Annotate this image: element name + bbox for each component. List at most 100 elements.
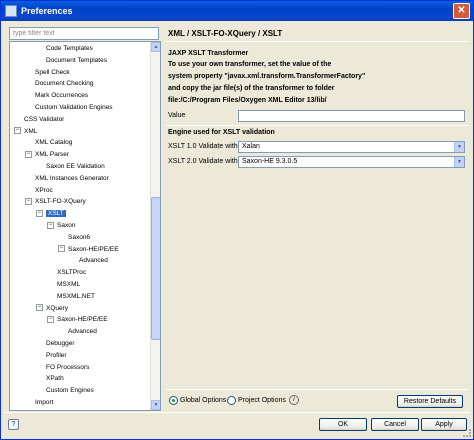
tree-item-label: XSLT — [46, 210, 66, 218]
options-divider — [166, 389, 468, 390]
xslt1-engine-value: Xalan — [242, 143, 260, 150]
value-label: Value — [168, 112, 186, 119]
tree-item[interactable]: XSLTProc — [57, 267, 86, 278]
title-bar[interactable]: Preferences ✕ — [1, 1, 473, 21]
tree-item[interactable]: Mark Occurrences — [35, 90, 88, 101]
tree-item-label: Advanced — [79, 257, 108, 265]
tree-item[interactable]: Saxon6 — [68, 232, 90, 243]
section-divider — [166, 125, 468, 126]
value-input[interactable] — [238, 110, 465, 122]
tree-collapse-icon[interactable]: − — [47, 221, 54, 229]
tree-item[interactable]: Advanced — [68, 326, 97, 337]
xslt2-engine-select[interactable]: Saxon-HE 9.3.0.5 ▼ — [238, 156, 465, 168]
footer-divider — [4, 412, 470, 413]
tree-item[interactable]: − XSLT-FO-XQuery — [25, 196, 86, 207]
project-options-label: Project Options — [238, 397, 286, 404]
chevron-down-icon[interactable]: ▼ — [454, 142, 464, 152]
jaxp-line: and copy the jar file(s) of the transfor… — [168, 85, 335, 92]
close-button[interactable]: ✕ — [453, 3, 470, 19]
tree-collapse-icon[interactable]: − — [58, 245, 65, 253]
tree-item[interactable]: − XQuery — [36, 303, 68, 314]
tree-item[interactable]: Code Templates — [46, 43, 93, 54]
tree-item[interactable]: − XML Parser — [25, 149, 69, 160]
tree-item[interactable]: − XML — [14, 126, 37, 137]
apply-button[interactable]: Apply — [421, 418, 467, 431]
tree-item[interactable]: CSS Validator — [24, 114, 64, 125]
scroll-thumb[interactable] — [151, 197, 160, 340]
tree-item[interactable]: XProc — [35, 185, 53, 196]
radio-checked-icon[interactable] — [169, 395, 178, 405]
tree-collapse-icon[interactable]: − — [36, 209, 43, 217]
tree-collapse-icon[interactable]: − — [25, 150, 32, 158]
scroll-up-button[interactable]: ▲ — [151, 42, 160, 52]
global-options-label: Global Options — [180, 397, 227, 404]
xslt1-engine-select[interactable]: Xalan ▼ — [238, 141, 465, 153]
tree-item[interactable]: MSXML.NET — [57, 291, 95, 302]
tree-collapse-icon[interactable]: − — [14, 127, 21, 135]
project-options-radio[interactable]: Project Options i — [227, 395, 299, 407]
tree-item[interactable]: Custom Engines — [46, 385, 94, 396]
tree-item[interactable]: Profiler — [46, 350, 67, 361]
jaxp-heading: JAXP XSLT Transformer — [168, 50, 249, 57]
preferences-window: Preferences ✕ ▲ ▼ Code Templates Document… — [0, 0, 474, 440]
tree-item[interactable]: Custom Validation Engines — [35, 102, 113, 113]
jaxp-line: system property "javax.xml.transform.Tra… — [168, 73, 366, 80]
page-title: XML / XSLT-FO-XQuery / XSLT — [168, 29, 283, 38]
window-title: Preferences — [21, 6, 73, 16]
resize-grip[interactable] — [463, 429, 471, 437]
tree-item[interactable]: − Saxon — [47, 220, 75, 231]
filter-input[interactable] — [9, 27, 159, 40]
tree-item-label: Saxon EE Validation — [46, 163, 105, 170]
tree-item-label: Profiler — [46, 351, 67, 359]
tree-item[interactable]: − XSLT — [36, 208, 66, 219]
global-options-radio[interactable]: Global Options — [169, 395, 226, 407]
tree-item-label: Saxon-HE/PE/EE — [68, 245, 119, 253]
scroll-down-button[interactable]: ▼ — [151, 400, 160, 410]
ok-button[interactable]: OK — [319, 418, 367, 431]
tree-item[interactable]: Document Checking — [35, 78, 94, 89]
tree-item-label: Document Templates — [46, 56, 107, 64]
tree-item-label: XPath — [46, 375, 64, 383]
tree-item[interactable]: Import — [35, 397, 53, 408]
tree-item[interactable]: Document Templates — [46, 55, 107, 66]
tree-item-label: Saxon-HE/PE/EE — [57, 316, 108, 324]
jaxp-line: file:/C:/Program Files/Oxygen XML Editor… — [168, 97, 327, 104]
info-icon[interactable]: i — [288, 395, 299, 406]
radio-unchecked-icon[interactable] — [227, 395, 236, 405]
tree-item[interactable]: Advanced — [79, 255, 108, 266]
tree-item-label: XML Catalog — [35, 139, 73, 147]
tree-item-label: FO Processors — [46, 363, 90, 371]
tree-item-label: Debugger — [46, 340, 75, 347]
tree-item-label: Code Templates — [46, 45, 93, 52]
tree-item-label: XML — [24, 127, 38, 135]
engine-heading: Engine used for XSLT validation — [168, 129, 275, 136]
tree-item-label: Custom Validation Engines — [35, 104, 113, 111]
tree-collapse-icon[interactable]: − — [47, 316, 54, 324]
tree-item[interactable]: Spell Check — [35, 67, 70, 78]
help-icon[interactable]: ? — [8, 419, 19, 430]
tree-item[interactable]: MSXML — [57, 279, 80, 290]
tree-scrollbar[interactable]: ▲ ▼ — [150, 42, 160, 410]
tree-collapse-icon[interactable]: − — [25, 198, 32, 206]
tree-item[interactable]: XML Catalog — [35, 137, 72, 148]
chevron-down-icon[interactable]: ▼ — [454, 157, 464, 167]
tree-item[interactable]: Debugger — [46, 338, 75, 349]
cancel-button[interactable]: Cancel — [371, 418, 419, 431]
restore-defaults-button[interactable]: Restore Defaults — [397, 395, 463, 408]
preferences-tree: ▲ ▼ Code Templates Document Templates Spel… — [9, 41, 161, 411]
title-divider — [166, 41, 468, 42]
tree-item-label: Spell Check — [35, 68, 70, 76]
tree-item-label: Saxon — [57, 222, 76, 229]
tree-item[interactable]: − Saxon-HE/PE/EE — [47, 314, 108, 325]
tree-item[interactable]: − Saxon-HE/PE/EE — [58, 244, 119, 255]
tree-item[interactable]: XML Instances Generator — [35, 173, 109, 184]
tree-item-label: Custom Engines — [46, 387, 94, 395]
tree-item[interactable]: XPath — [46, 373, 64, 384]
tree-item-label: XProc — [35, 186, 53, 194]
tree-item[interactable]: FO Processors — [46, 362, 89, 373]
tree-item-label: MSXML.NET — [57, 292, 95, 300]
tree-item[interactable]: Saxon EE Validation — [46, 161, 105, 172]
xslt1-label: XSLT 1.0 Validate with — [168, 143, 238, 150]
tree-item-label: Document Checking — [35, 80, 94, 88]
tree-collapse-icon[interactable]: − — [36, 304, 43, 312]
